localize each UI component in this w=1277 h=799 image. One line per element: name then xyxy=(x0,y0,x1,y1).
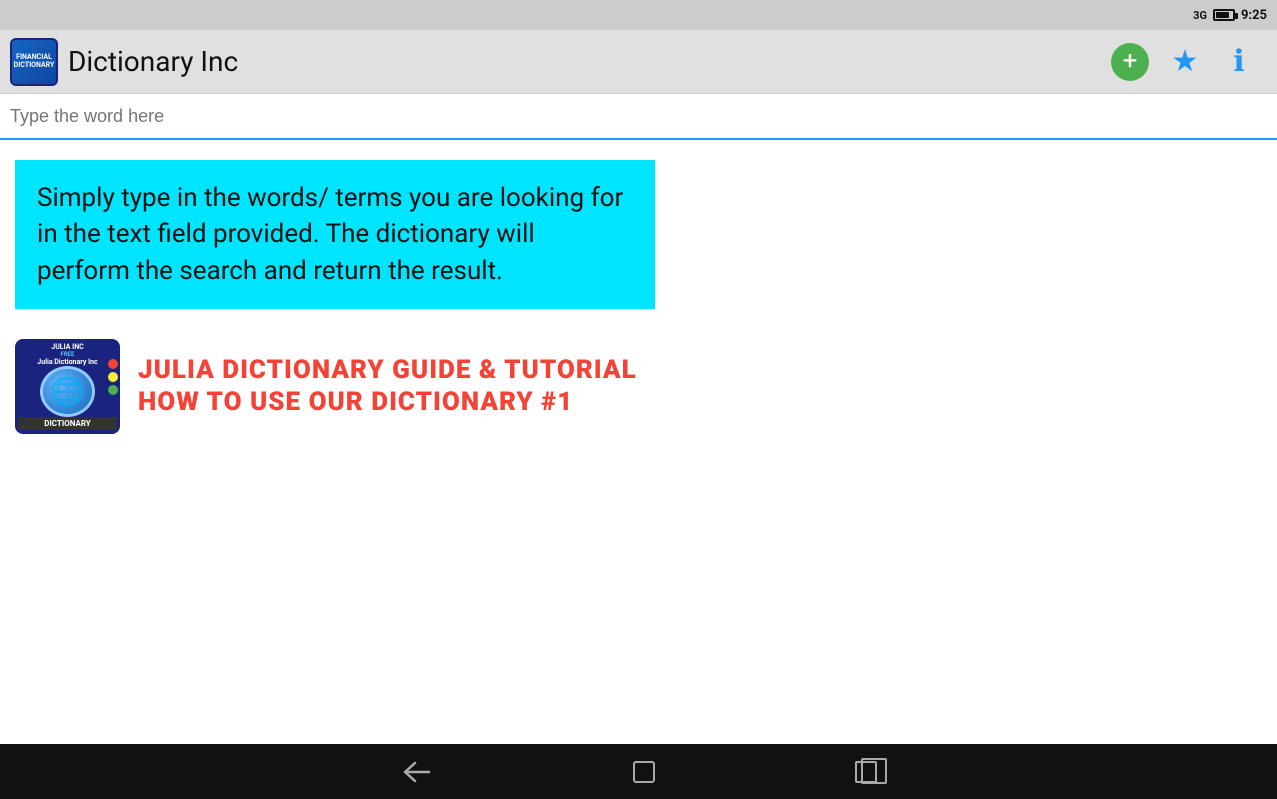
info-button[interactable]: ℹ xyxy=(1221,44,1257,80)
status-time: 9:25 xyxy=(1241,8,1267,23)
thumb-bottom-label: DICTIONARY xyxy=(18,417,117,430)
tutorial-text-block: JULIA DICTIONARY GUIDE & TUTORIAL HOW TO… xyxy=(138,355,637,417)
app-bar: FINANCIALDICTIONARY Dictionary Inc + ★ ℹ xyxy=(0,30,1277,94)
add-icon: + xyxy=(1123,48,1138,74)
signal-indicator: 3G xyxy=(1193,9,1207,22)
red-light xyxy=(108,359,118,369)
back-button[interactable] xyxy=(401,761,433,783)
toolbar-actions: + ★ ℹ xyxy=(1111,43,1257,81)
recents-icon xyxy=(855,761,877,783)
home-button[interactable] xyxy=(633,761,655,783)
main-content: Simply type in the words/ terms you are … xyxy=(0,140,1277,454)
search-input[interactable] xyxy=(10,94,1267,138)
info-box-text: Simply type in the words/ terms you are … xyxy=(37,180,633,289)
add-button[interactable]: + xyxy=(1111,43,1149,81)
nav-bar xyxy=(0,744,1277,799)
info-icon: ℹ xyxy=(1233,44,1244,79)
yellow-light xyxy=(108,372,118,382)
app-logo: FINANCIALDICTIONARY xyxy=(10,38,58,86)
app-title: Dictionary Inc xyxy=(68,45,1101,78)
status-bar: 3G 9:25 xyxy=(0,0,1277,30)
green-light xyxy=(108,385,118,395)
favorites-button[interactable]: ★ xyxy=(1167,44,1203,80)
recents-button[interactable] xyxy=(855,761,877,783)
tutorial-card[interactable]: JULIA INC FREE Julia Dictionary Inc 🌐 DI… xyxy=(15,339,1262,434)
tutorial-thumbnail: JULIA INC FREE Julia Dictionary Inc 🌐 DI… xyxy=(15,339,120,434)
traffic-lights xyxy=(108,359,118,395)
globe-graphic: 🌐 xyxy=(50,375,85,408)
star-icon: ★ xyxy=(1172,44,1199,79)
battery-icon xyxy=(1213,9,1235,21)
globe-icon: 🌐 xyxy=(40,366,95,417)
back-icon xyxy=(401,761,433,783)
search-bar xyxy=(0,94,1277,140)
info-box: Simply type in the words/ terms you are … xyxy=(15,160,655,309)
tutorial-title-line1: JULIA DICTIONARY GUIDE & TUTORIAL xyxy=(138,355,637,386)
tutorial-title-line2: HOW TO USE OUR DICTIONARY #1 xyxy=(138,387,637,418)
thumb-top-label: JULIA INC FREE Julia Dictionary Inc xyxy=(18,343,117,366)
home-icon xyxy=(633,761,655,783)
